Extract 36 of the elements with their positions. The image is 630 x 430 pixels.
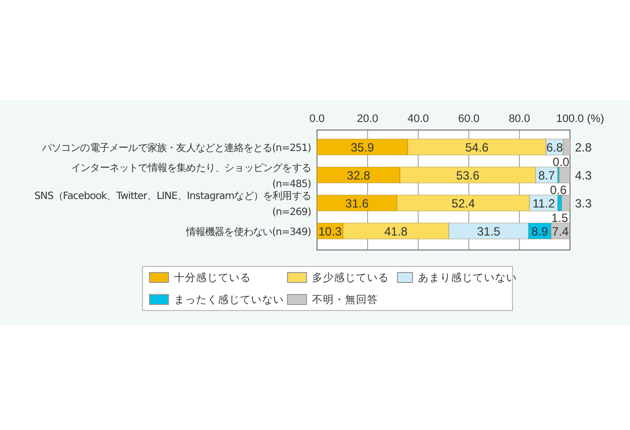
value-label: 31.6 — [345, 196, 369, 210]
value-label: 41.8 — [384, 224, 408, 238]
axis-unit: (%) — [587, 113, 604, 125]
value-label: 32.8 — [346, 168, 370, 182]
category-label: パソコンの電子メールで家族・友人などと連絡をとる(n=251) — [42, 143, 311, 154]
category-label: 情報機器を使わない(n=349) — [186, 227, 311, 238]
tick-label: 80.0 — [508, 113, 530, 125]
category-label: インターネットで情報を集めたり、ショッピングをする (n=485) — [70, 163, 311, 190]
value-label: 52.4 — [452, 196, 475, 210]
value-label: 1.5 — [551, 211, 568, 225]
legend-label: 多少感じている — [312, 270, 389, 284]
legend-label: 不明・無回答 — [312, 292, 378, 306]
tick-label: 0.0 — [309, 113, 325, 125]
value-label: 11.2 — [532, 196, 555, 210]
value-label: 2.8 — [575, 140, 592, 154]
value-label: 31.5 — [476, 224, 500, 238]
value-label: 6.8 — [546, 140, 563, 154]
value-label: 8.9 — [531, 224, 548, 238]
tick-label: 100.0 — [556, 113, 584, 125]
value-label: 35.9 — [350, 140, 374, 154]
value-label: 0.0 — [552, 155, 570, 169]
value-label: 53.6 — [456, 168, 480, 182]
tick-label: 40.0 — [408, 113, 429, 125]
value-label: 10.3 — [318, 224, 342, 238]
value-label: 3.3 — [575, 196, 592, 210]
legend-label: まったく感じていない — [174, 292, 284, 306]
value-label: 8.7 — [538, 168, 555, 182]
value-label: 4.3 — [575, 168, 592, 182]
value-label: 0.6 — [550, 183, 567, 197]
legend-label: あまり感じていない — [418, 270, 517, 284]
tick-label: 60.0 — [458, 113, 480, 125]
tick-label: 20.0 — [356, 113, 378, 125]
value-label: 54.6 — [465, 140, 489, 154]
value-label: 7.4 — [552, 224, 569, 238]
legend-label: 十分感じている — [174, 270, 251, 284]
category-label: SNS（Facebook、Twitter、LINE、Instagramなど）を利用する (n=269) — [34, 191, 311, 218]
